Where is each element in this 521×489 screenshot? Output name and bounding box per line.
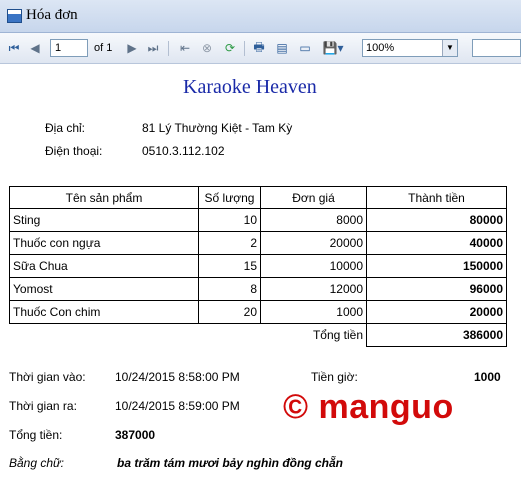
table-row: Yomost 8 12000 96000: [9, 277, 507, 301]
time-out-label: Thời gian ra:: [9, 399, 77, 413]
item-amount: 150000: [366, 254, 507, 278]
first-page-icon[interactable]: ⏮: [6, 40, 22, 56]
zoom-select[interactable]: 100% ▼: [362, 39, 458, 57]
item-unit-price: 1000: [260, 300, 367, 324]
table-row: Thuốc Con chim 20 1000 20000: [9, 300, 507, 324]
toolbar-separator: [168, 41, 169, 56]
item-name: Thuốc Con chim: [9, 300, 199, 324]
time-out-value: 10/24/2015 8:59:00 PM: [115, 399, 240, 413]
report-viewer-toolbar: ⏮ ◀ 1 of 1 ▶ ⏭ ⇤ ⊗ ⟳ 🖶 ▤ ▭ 💾▾ 100% ▼: [0, 33, 521, 64]
table-header-row: Tên sản phẩm Số lượng Đơn giá Thành tiền: [9, 186, 507, 209]
invoice-items-table: Tên sản phẩm Số lượng Đơn giá Thành tiền…: [9, 186, 507, 347]
amount-in-words-value: ba trăm tám mươi bảy nghìn đồng chẵn: [117, 456, 343, 470]
previous-page-icon[interactable]: ◀: [27, 40, 43, 56]
item-unit-price: 12000: [260, 277, 367, 301]
export-icon[interactable]: 💾▾: [320, 40, 346, 56]
column-header: Số lượng: [198, 186, 261, 209]
current-page-input[interactable]: 1: [50, 39, 88, 57]
item-quantity: 15: [198, 254, 261, 278]
subtotal-label: Tổng tiền: [260, 323, 367, 347]
table-row: Sting 10 8000 80000: [9, 208, 507, 232]
item-quantity: 2: [198, 231, 261, 255]
window-titlebar: Hóa đơn: [0, 0, 521, 33]
item-amount: 40000: [366, 231, 507, 255]
hour-fee-value: 1000: [474, 370, 501, 384]
subtotal-value: 386000: [366, 323, 507, 347]
stop-icon[interactable]: ⊗: [199, 40, 215, 56]
item-quantity: 10: [198, 208, 261, 232]
address-label: Địa chỉ:: [45, 121, 86, 135]
address-value: 81 Lý Thường Kiệt - Tam Kỳ: [142, 121, 293, 135]
item-name: Sữa Chua: [9, 254, 199, 278]
item-amount: 96000: [366, 277, 507, 301]
item-unit-price: 10000: [260, 254, 367, 278]
print-layout-icon[interactable]: ▤: [274, 40, 290, 56]
item-unit-price: 8000: [260, 208, 367, 232]
window-title: Hóa đơn: [26, 7, 78, 23]
back-icon[interactable]: ⇤: [177, 40, 193, 56]
phone-value: 0510.3.112.102: [142, 144, 225, 158]
item-name: Thuốc con ngựa: [9, 231, 199, 255]
amount-in-words-label: Bằng chữ:: [9, 456, 64, 470]
item-amount: 20000: [366, 300, 507, 324]
total-label: Tổng tiền:: [9, 428, 63, 442]
table-row: Thuốc con ngựa 2 20000 40000: [9, 231, 507, 255]
refresh-icon[interactable]: ⟳: [222, 40, 238, 56]
next-page-icon[interactable]: ▶: [124, 40, 140, 56]
item-quantity: 8: [198, 277, 261, 301]
store-name: Karaoke Heaven: [183, 76, 317, 98]
item-amount: 80000: [366, 208, 507, 232]
column-header: Thành tiền: [366, 186, 507, 209]
phone-label: Điện thoại:: [45, 144, 103, 158]
time-in-label: Thời gian vào:: [9, 370, 86, 384]
print-icon[interactable]: 🖶: [251, 40, 267, 56]
hour-fee-label: Tiền giờ:: [311, 370, 358, 384]
page-total-label: of 1: [94, 42, 113, 54]
item-name: Yomost: [9, 277, 199, 301]
total-value: 387000: [115, 428, 156, 442]
chevron-down-icon[interactable]: ▼: [442, 40, 457, 56]
watermark: © manguo: [283, 388, 454, 426]
toolbar-separator: [244, 41, 245, 56]
zoom-value: 100%: [366, 42, 395, 54]
column-header: Tên sản phẩm: [9, 186, 199, 209]
item-name: Sting: [9, 208, 199, 232]
window-app-icon: [7, 9, 22, 23]
find-input[interactable]: [472, 39, 521, 57]
subtotal-row: Tổng tiền 386000: [10, 323, 507, 347]
item-quantity: 20: [198, 300, 261, 324]
time-in-value: 10/24/2015 8:58:00 PM: [115, 370, 240, 384]
column-header: Đơn giá: [260, 186, 367, 209]
table-row: Sữa Chua 15 10000 150000: [9, 254, 507, 278]
last-page-icon[interactable]: ⏭: [145, 40, 161, 56]
item-unit-price: 20000: [260, 231, 367, 255]
page-setup-icon[interactable]: ▭: [297, 40, 313, 56]
